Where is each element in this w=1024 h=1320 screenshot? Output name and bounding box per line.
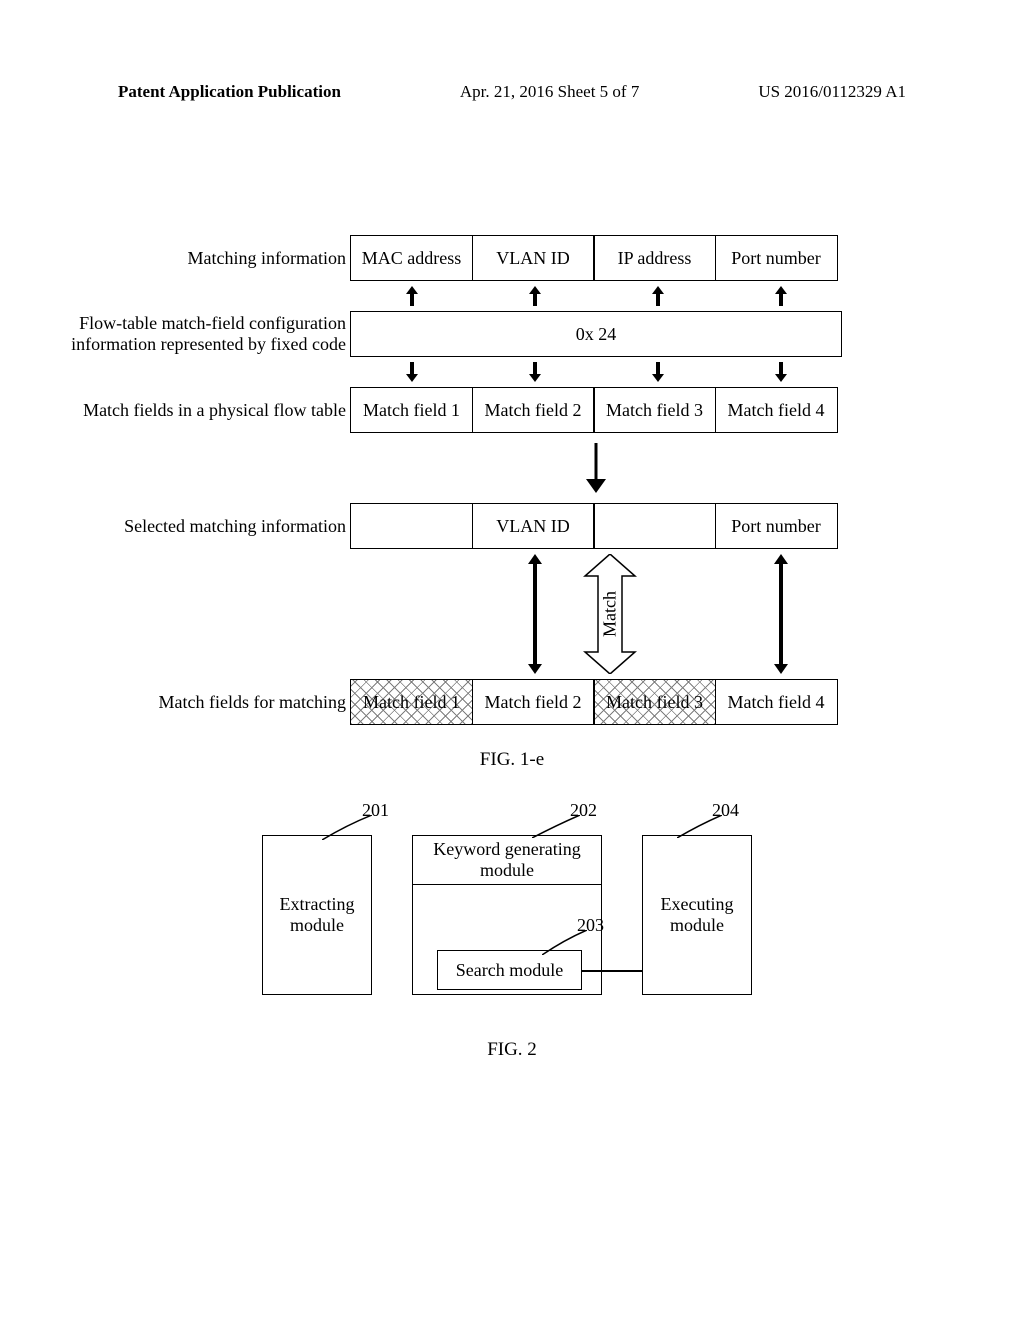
- matching-info-label: Matching information: [0, 248, 350, 269]
- sel-cell-3: [593, 503, 716, 549]
- fig1e-caption: FIG. 1-e: [0, 749, 1024, 771]
- arrow-updown-icon: [774, 554, 788, 674]
- mi-cell-1: MAC address: [350, 235, 473, 281]
- page-header: Patent Application Publication Apr. 21, …: [0, 0, 1024, 102]
- fm-cell-3: Match field 3: [593, 679, 716, 725]
- callout-line-icon: [322, 815, 372, 840]
- publication-label: Patent Application Publication: [118, 82, 341, 102]
- physical-fields-label: Match fields in a physical flow table: [0, 400, 350, 421]
- arrow-up-icon: [775, 286, 787, 306]
- config-info-label: Flow-table match-field configuration inf…: [0, 313, 350, 354]
- arrow-up-icon: [652, 286, 664, 306]
- matching-info-row: Matching information MAC address VLAN ID…: [0, 235, 1024, 281]
- mi-cell-4: Port number: [715, 235, 838, 281]
- pf-cell-4: Match field 4: [715, 387, 838, 433]
- search-module-box: Search module: [437, 950, 582, 990]
- mi-cell-2: VLAN ID: [472, 235, 595, 281]
- fm-cell-4: Match field 4: [715, 679, 838, 725]
- arrow-updown-icon: [528, 554, 542, 674]
- match-label: Match: [600, 591, 621, 637]
- pf-cell-1: Match field 1: [350, 387, 473, 433]
- big-arrow-block: [350, 433, 842, 503]
- keyword-module-box: Keyword generating module: [412, 835, 602, 885]
- mi-cell-3: IP address: [593, 235, 716, 281]
- arrow-row-1: [350, 281, 1024, 311]
- for-matching-label: Match fields for matching: [0, 692, 350, 713]
- callout-line-icon: [542, 930, 587, 955]
- pub-number: US 2016/0112329 A1: [758, 82, 906, 102]
- arrow-down-icon: [529, 362, 541, 382]
- selected-info-row: Selected matching information VLAN ID Po…: [0, 503, 1024, 549]
- arrow-down-icon: [406, 362, 418, 382]
- selected-info-label: Selected matching information: [0, 516, 350, 537]
- sel-cell-2: VLAN ID: [472, 503, 595, 549]
- figure-1e: Matching information MAC address VLAN ID…: [0, 235, 1024, 1085]
- arrow-down-icon: [652, 362, 664, 382]
- date-sheet: Apr. 21, 2016 Sheet 5 of 7: [460, 82, 639, 102]
- arrow-down-icon: [775, 362, 787, 382]
- pf-cell-3: Match field 3: [593, 387, 716, 433]
- connector-line: [582, 970, 642, 972]
- fig2-caption: FIG. 2: [0, 1039, 1024, 1061]
- pf-cell-2: Match field 2: [472, 387, 595, 433]
- callout-line-icon: [532, 815, 580, 838]
- config-info-row: Flow-table match-field configuration inf…: [0, 311, 1024, 357]
- fm-cell-1: Match field 1: [350, 679, 473, 725]
- arrow-up-icon: [529, 286, 541, 306]
- extracting-module-box: Extracting module: [262, 835, 372, 995]
- executing-module-box: Executing module: [642, 835, 752, 995]
- sel-cell-4: Port number: [715, 503, 838, 549]
- sel-cell-1: [350, 503, 473, 549]
- big-arrow-down-icon: [586, 443, 606, 493]
- callout-line-icon: [677, 815, 722, 838]
- arrow-up-icon: [406, 286, 418, 306]
- config-value-cell: 0x 24: [350, 311, 842, 357]
- fm-cell-2: Match field 2: [472, 679, 595, 725]
- arrow-row-2: [350, 357, 1024, 387]
- physical-fields-row: Match fields in a physical flow table Ma…: [0, 387, 1024, 433]
- figure-2: Extracting module Keyword generating mod…: [262, 795, 762, 1015]
- match-gap: Match: [0, 549, 1024, 679]
- for-matching-row: Match fields for matching Match field 1 …: [0, 679, 1024, 725]
